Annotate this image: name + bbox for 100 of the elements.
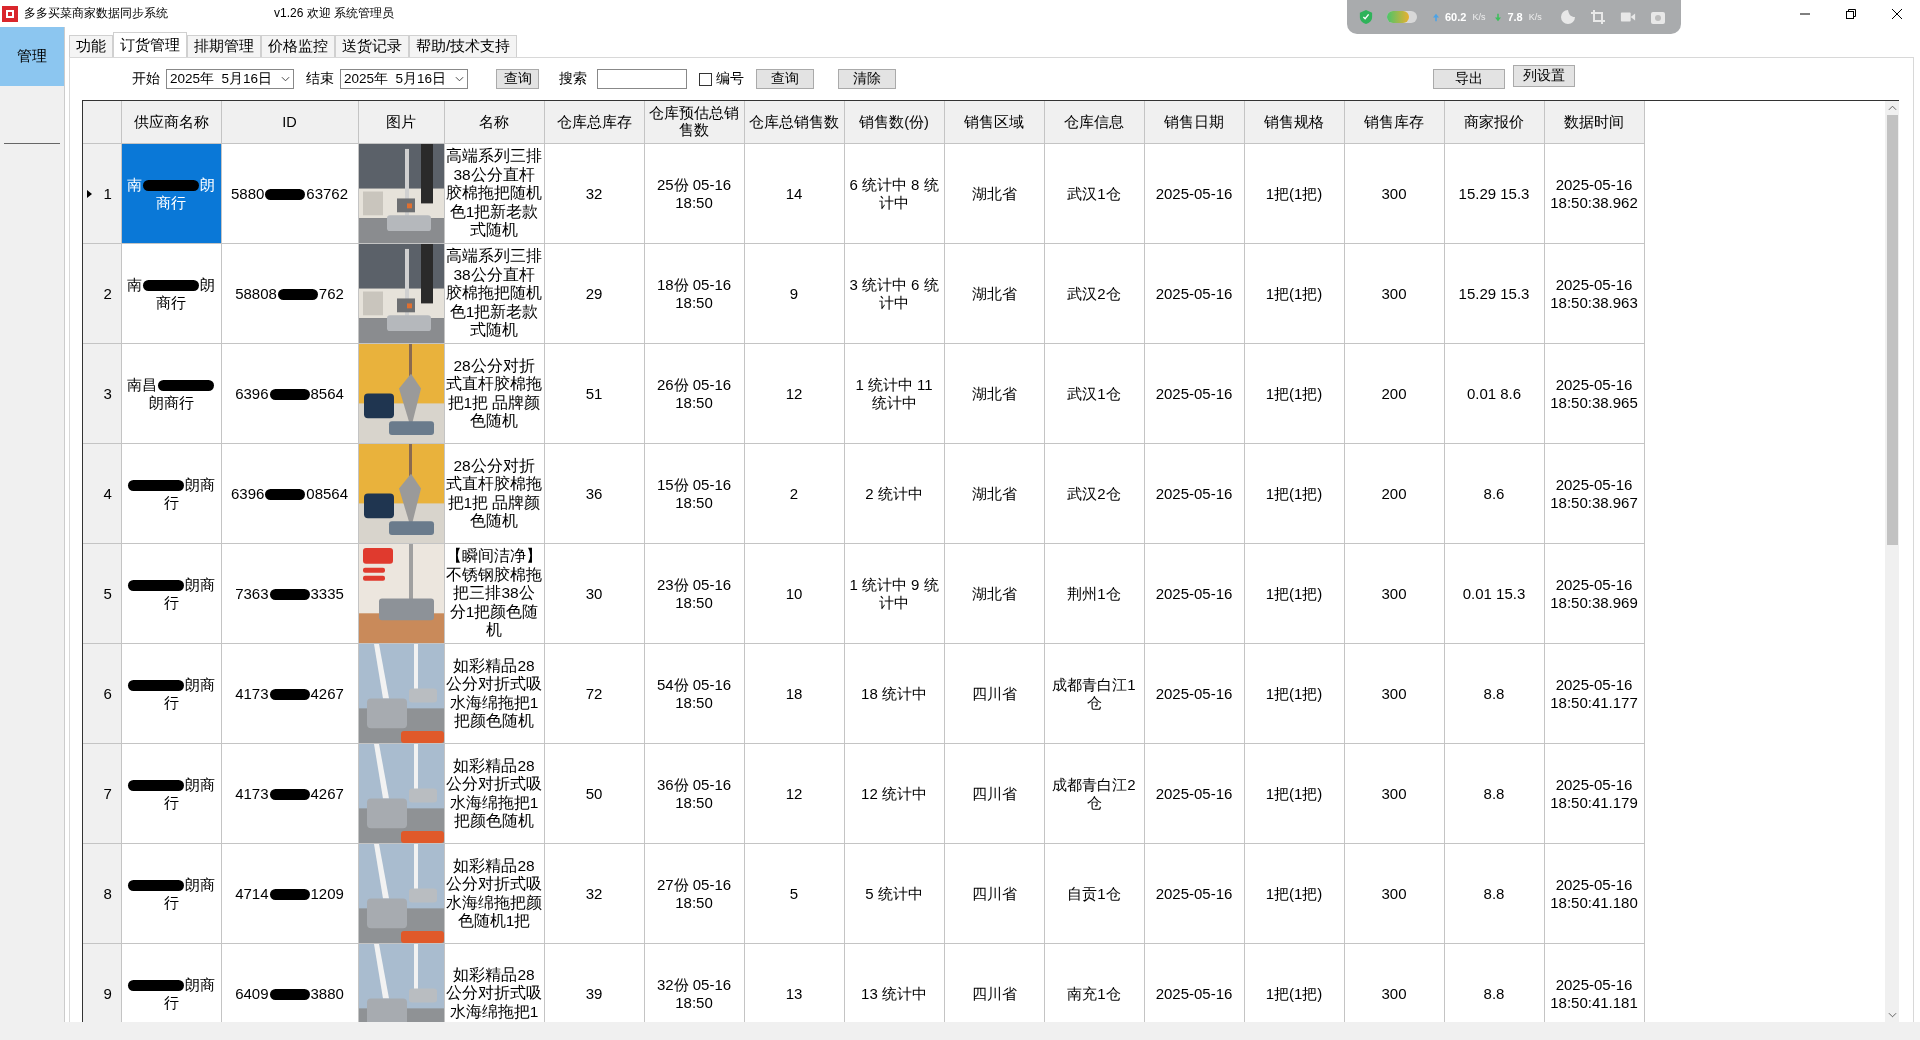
row-number: 5 — [103, 584, 112, 602]
row-header[interactable]: 9 — [83, 943, 121, 1022]
number-checkbox[interactable] — [699, 72, 712, 86]
column-header[interactable]: 图片 — [358, 101, 444, 144]
column-header[interactable]: 销售数(份) — [844, 101, 944, 144]
column-header[interactable]: 销售日期 — [1144, 101, 1244, 144]
table-cell: 1把(1把) — [1244, 743, 1344, 844]
upload-unit: K/s — [1472, 12, 1486, 22]
row-header[interactable]: 3 — [83, 343, 121, 444]
product-name-cell: 如彩精品28公分对折式吸水海绵拖把1把颜色随机 — [444, 743, 544, 844]
table-cell: 0.01 15.3 — [1444, 543, 1544, 644]
table-cell: 2025-05-16 — [1144, 843, 1244, 944]
table-cell: 5 — [744, 843, 844, 944]
tab[interactable]: 功能 — [69, 35, 113, 57]
column-header[interactable]: 仓库总库存 — [544, 101, 644, 144]
download-arrow-icon — [1495, 12, 1502, 22]
search-button[interactable]: 查询 — [756, 69, 814, 89]
swirl-icon[interactable] — [1559, 9, 1576, 25]
column-header[interactable]: 供应商名称 — [121, 101, 221, 144]
column-header[interactable]: 仓库总销售数 — [744, 101, 844, 144]
toggle-icon[interactable] — [1387, 11, 1417, 23]
supplier-cell: 南 朗商行 — [121, 143, 221, 244]
screenshot-icon[interactable] — [1649, 9, 1666, 25]
table-cell: 8.8 — [1444, 743, 1544, 844]
table-cell: 32 — [544, 143, 644, 244]
start-date-picker[interactable]: 2025年 5月16日 — [166, 69, 294, 89]
upload-arrow-icon — [1433, 12, 1439, 22]
table-cell: 72 — [544, 643, 644, 744]
product-name-cell: 【瞬间洁净】不锈钢胶棉拖把三排38公分1把颜色随机 — [444, 543, 544, 644]
row-number: 4 — [103, 484, 112, 502]
column-header[interactable]: 商家报价 — [1444, 101, 1544, 144]
table-cell: 1把(1把) — [1244, 343, 1344, 444]
table-cell: 15.29 15.3 — [1444, 143, 1544, 244]
table-cell: 湖北省 — [944, 143, 1044, 244]
row-header[interactable]: 4 — [83, 443, 121, 544]
table-cell: 36份 05-16 18:50 — [644, 743, 744, 844]
table-cell: 1把(1把) — [1244, 843, 1344, 944]
column-header[interactable]: 数据时间 — [1544, 101, 1644, 144]
scroll-down-icon[interactable] — [1887, 1012, 1897, 1018]
table-cell: 12 — [744, 743, 844, 844]
current-row-icon — [87, 190, 92, 198]
row-header[interactable]: 8 — [83, 843, 121, 944]
tab[interactable]: 价格监控 — [261, 35, 335, 57]
tab[interactable]: 排期管理 — [187, 35, 261, 57]
product-name-cell: 高端系列三排38公分直杆胶棉拖把随机色1把新老款式随机 — [444, 143, 544, 244]
column-settings-button[interactable]: 列设置 — [1513, 65, 1575, 87]
table-cell: 1把(1把) — [1244, 543, 1344, 644]
table-cell: 50 — [544, 743, 644, 844]
row-header[interactable]: 7 — [83, 743, 121, 844]
clear-button[interactable]: 清除 — [838, 69, 896, 89]
table-cell: 2025-05-16 — [1144, 243, 1244, 344]
id-cell: 6396 08564 — [221, 443, 358, 544]
vertical-scrollbar[interactable] — [1885, 101, 1899, 1022]
column-header[interactable]: 销售规格 — [1244, 101, 1344, 144]
table-cell: 2025-05-16 18:50:38.962 — [1544, 143, 1644, 244]
table-cell: 200 — [1344, 443, 1444, 544]
crop-icon[interactable] — [1589, 9, 1606, 25]
end-date-picker[interactable]: 2025年 5月16日 — [340, 69, 468, 89]
table-cell: 2 统计中 — [844, 443, 944, 544]
row-header[interactable]: 5 — [83, 543, 121, 644]
query-button[interactable]: 查询 — [496, 69, 539, 89]
close-icon — [1891, 7, 1903, 20]
row-number: 1 — [103, 184, 112, 202]
column-header[interactable]: 销售区域 — [944, 101, 1044, 144]
row-header[interactable]: 1 — [83, 143, 121, 244]
scroll-up-icon[interactable] — [1887, 105, 1897, 111]
id-cell: 4173 4267 — [221, 743, 358, 844]
tab[interactable]: 帮助/技术支持 — [409, 35, 518, 57]
tab[interactable]: 送货记录 — [335, 35, 409, 57]
table-cell: 32 — [544, 843, 644, 944]
sidebar-item[interactable]: 管理 — [0, 27, 64, 86]
table-cell: 300 — [1344, 543, 1444, 644]
caret-icon — [455, 76, 464, 82]
row-header[interactable]: 2 — [83, 243, 121, 344]
table-cell: 武汉2仓 — [1044, 243, 1144, 344]
table-cell: 四川省 — [944, 743, 1044, 844]
caret-icon — [281, 76, 290, 82]
supplier-cell: 朗商行 — [121, 443, 221, 544]
table-cell: 2025-05-16 18:50:41.179 — [1544, 743, 1644, 844]
column-header[interactable]: 仓库预估总销售数 — [644, 101, 744, 144]
column-header[interactable]: 仓库信息 — [1044, 101, 1144, 144]
shield-icon[interactable] — [1359, 9, 1373, 25]
tab[interactable]: 订货管理 — [113, 32, 187, 57]
table-cell: 2025-05-16 — [1144, 443, 1244, 544]
search-field[interactable] — [597, 69, 687, 89]
table-cell: 8.8 — [1444, 643, 1544, 744]
scrollbar-thumb[interactable] — [1886, 115, 1898, 545]
table-cell: 12 统计中 — [844, 743, 944, 844]
table-cell: 1 统计中 11 统计中 — [844, 343, 944, 444]
table-cell: 2025-05-16 18:50:38.969 — [1544, 543, 1644, 644]
export-button[interactable]: 导出 — [1433, 69, 1505, 89]
table-cell: 51 — [544, 343, 644, 444]
row-header[interactable]: 6 — [83, 643, 121, 744]
column-header[interactable]: 名称 — [444, 101, 544, 144]
table-cell: 2025-05-16 — [1144, 143, 1244, 244]
supplier-cell: 朗商行 — [121, 843, 221, 944]
table-cell: 2025-05-16 18:50:38.965 — [1544, 343, 1644, 444]
column-header[interactable]: 销售库存 — [1344, 101, 1444, 144]
table-cell: 四川省 — [944, 843, 1044, 944]
column-header[interactable]: ID — [221, 101, 358, 144]
